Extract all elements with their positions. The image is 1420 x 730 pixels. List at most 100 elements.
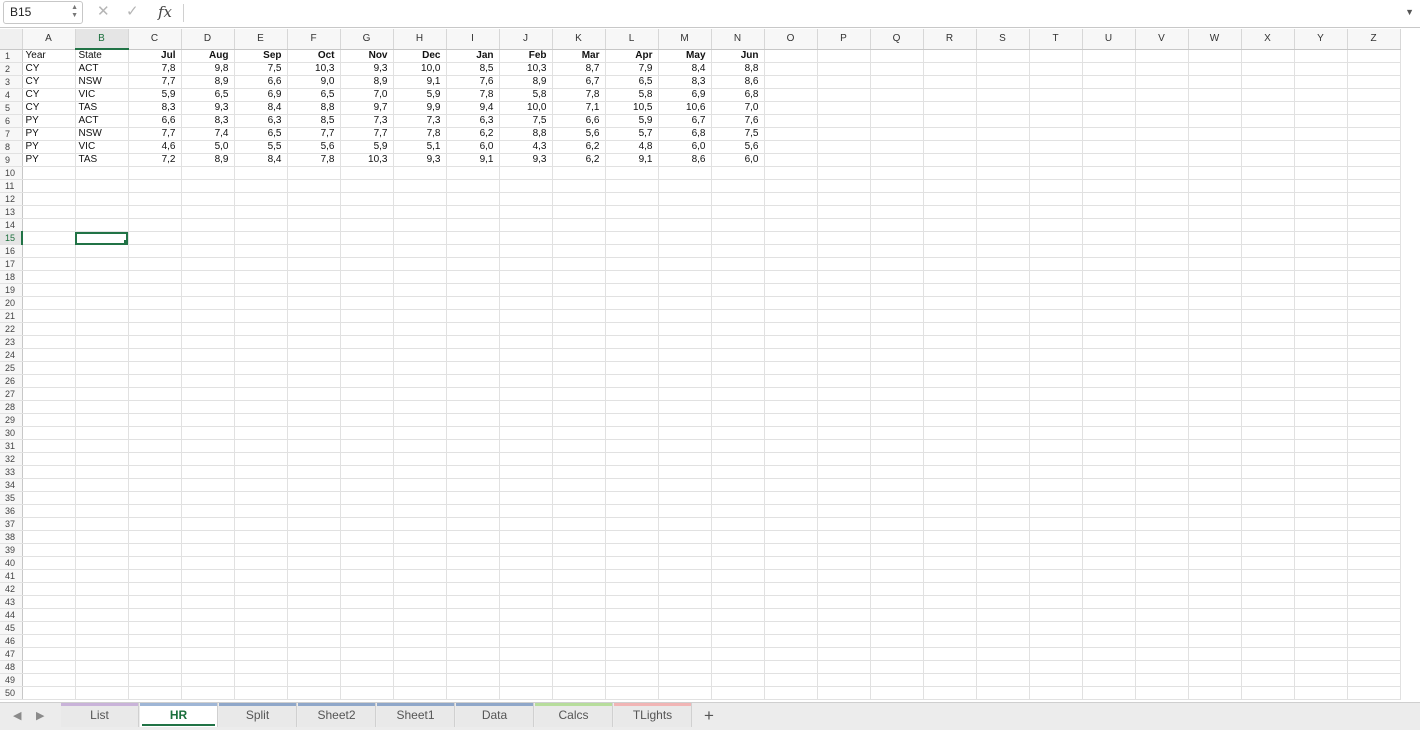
cell-s44[interactable]	[976, 608, 1030, 622]
cell-d38[interactable]	[181, 530, 235, 544]
cell-x8[interactable]	[1241, 140, 1295, 154]
cell-v24[interactable]	[1135, 348, 1189, 362]
cell-d10[interactable]	[181, 166, 235, 180]
cell-p15[interactable]	[817, 231, 871, 245]
cell-u46[interactable]	[1082, 634, 1136, 648]
cell-w21[interactable]	[1188, 309, 1242, 323]
cell-q22[interactable]	[870, 322, 924, 336]
cell-l11[interactable]	[605, 179, 659, 193]
cell-r1[interactable]	[923, 49, 977, 63]
cell-y36[interactable]	[1294, 504, 1348, 518]
cell-w7[interactable]	[1188, 127, 1242, 141]
cell-h50[interactable]	[393, 686, 447, 700]
cell-j5[interactable]: 10,0	[499, 101, 553, 115]
cell-u19[interactable]	[1082, 283, 1136, 297]
cell-m28[interactable]	[658, 400, 712, 414]
cell-g11[interactable]	[340, 179, 394, 193]
cell-y27[interactable]	[1294, 387, 1348, 401]
cell-w2[interactable]	[1188, 62, 1242, 76]
cell-p13[interactable]	[817, 205, 871, 219]
cell-x28[interactable]	[1241, 400, 1295, 414]
cell-p18[interactable]	[817, 270, 871, 284]
cell-x32[interactable]	[1241, 452, 1295, 466]
cell-y7[interactable]	[1294, 127, 1348, 141]
cell-r5[interactable]	[923, 101, 977, 115]
cell-z38[interactable]	[1347, 530, 1401, 544]
cell-s22[interactable]	[976, 322, 1030, 336]
cell-p50[interactable]	[817, 686, 871, 700]
cell-z8[interactable]	[1347, 140, 1401, 154]
cell-d20[interactable]	[181, 296, 235, 310]
cell-t14[interactable]	[1029, 218, 1083, 232]
cell-l41[interactable]	[605, 569, 659, 583]
row-header[interactable]: 20	[0, 296, 23, 310]
cell-k34[interactable]	[552, 478, 606, 492]
cell-d34[interactable]	[181, 478, 235, 492]
cell-y4[interactable]	[1294, 88, 1348, 102]
cell-t2[interactable]	[1029, 62, 1083, 76]
cell-l30[interactable]	[605, 426, 659, 440]
cell-q30[interactable]	[870, 426, 924, 440]
cell-u28[interactable]	[1082, 400, 1136, 414]
cell-d5[interactable]: 9,3	[181, 101, 235, 115]
cell-z30[interactable]	[1347, 426, 1401, 440]
cell-c11[interactable]	[128, 179, 182, 193]
cell-p8[interactable]	[817, 140, 871, 154]
cell-q5[interactable]	[870, 101, 924, 115]
cell-n11[interactable]	[711, 179, 765, 193]
cell-b25[interactable]	[75, 361, 129, 375]
cell-d8[interactable]: 5,0	[181, 140, 235, 154]
cell-s49[interactable]	[976, 673, 1030, 687]
cell-j17[interactable]	[499, 257, 553, 271]
cell-g9[interactable]: 10,3	[340, 153, 394, 167]
cell-n39[interactable]	[711, 543, 765, 557]
cell-c21[interactable]	[128, 309, 182, 323]
cell-y47[interactable]	[1294, 647, 1348, 661]
cell-d16[interactable]	[181, 244, 235, 258]
cell-n12[interactable]	[711, 192, 765, 206]
cell-e38[interactable]	[234, 530, 288, 544]
cell-a36[interactable]	[22, 504, 76, 518]
cell-y21[interactable]	[1294, 309, 1348, 323]
cell-v5[interactable]	[1135, 101, 1189, 115]
cell-i50[interactable]	[446, 686, 500, 700]
row-header[interactable]: 3	[0, 75, 23, 89]
row-header[interactable]: 8	[0, 140, 23, 154]
cell-t9[interactable]	[1029, 153, 1083, 167]
cell-i14[interactable]	[446, 218, 500, 232]
cell-h17[interactable]	[393, 257, 447, 271]
cell-r13[interactable]	[923, 205, 977, 219]
cell-o38[interactable]	[764, 530, 818, 544]
cell-e17[interactable]	[234, 257, 288, 271]
row-header[interactable]: 27	[0, 387, 23, 401]
cell-d19[interactable]	[181, 283, 235, 297]
cell-c41[interactable]	[128, 569, 182, 583]
cell-w8[interactable]	[1188, 140, 1242, 154]
cell-w19[interactable]	[1188, 283, 1242, 297]
cell-o39[interactable]	[764, 543, 818, 557]
cell-m5[interactable]: 10,6	[658, 101, 712, 115]
cell-f8[interactable]: 5,6	[287, 140, 341, 154]
cell-d45[interactable]	[181, 621, 235, 635]
cell-p37[interactable]	[817, 517, 871, 531]
cell-d23[interactable]	[181, 335, 235, 349]
cell-k45[interactable]	[552, 621, 606, 635]
cell-k27[interactable]	[552, 387, 606, 401]
cell-d6[interactable]: 8,3	[181, 114, 235, 128]
cell-y28[interactable]	[1294, 400, 1348, 414]
cell-s27[interactable]	[976, 387, 1030, 401]
sheet-tab-data[interactable]: Data	[456, 703, 534, 727]
cell-k12[interactable]	[552, 192, 606, 206]
cell-n30[interactable]	[711, 426, 765, 440]
cell-w27[interactable]	[1188, 387, 1242, 401]
cell-k46[interactable]	[552, 634, 606, 648]
cell-z22[interactable]	[1347, 322, 1401, 336]
cell-h43[interactable]	[393, 595, 447, 609]
cell-n33[interactable]	[711, 465, 765, 479]
cell-h30[interactable]	[393, 426, 447, 440]
cell-k32[interactable]	[552, 452, 606, 466]
cell-w3[interactable]	[1188, 75, 1242, 89]
cell-j18[interactable]	[499, 270, 553, 284]
cell-m22[interactable]	[658, 322, 712, 336]
cell-t23[interactable]	[1029, 335, 1083, 349]
